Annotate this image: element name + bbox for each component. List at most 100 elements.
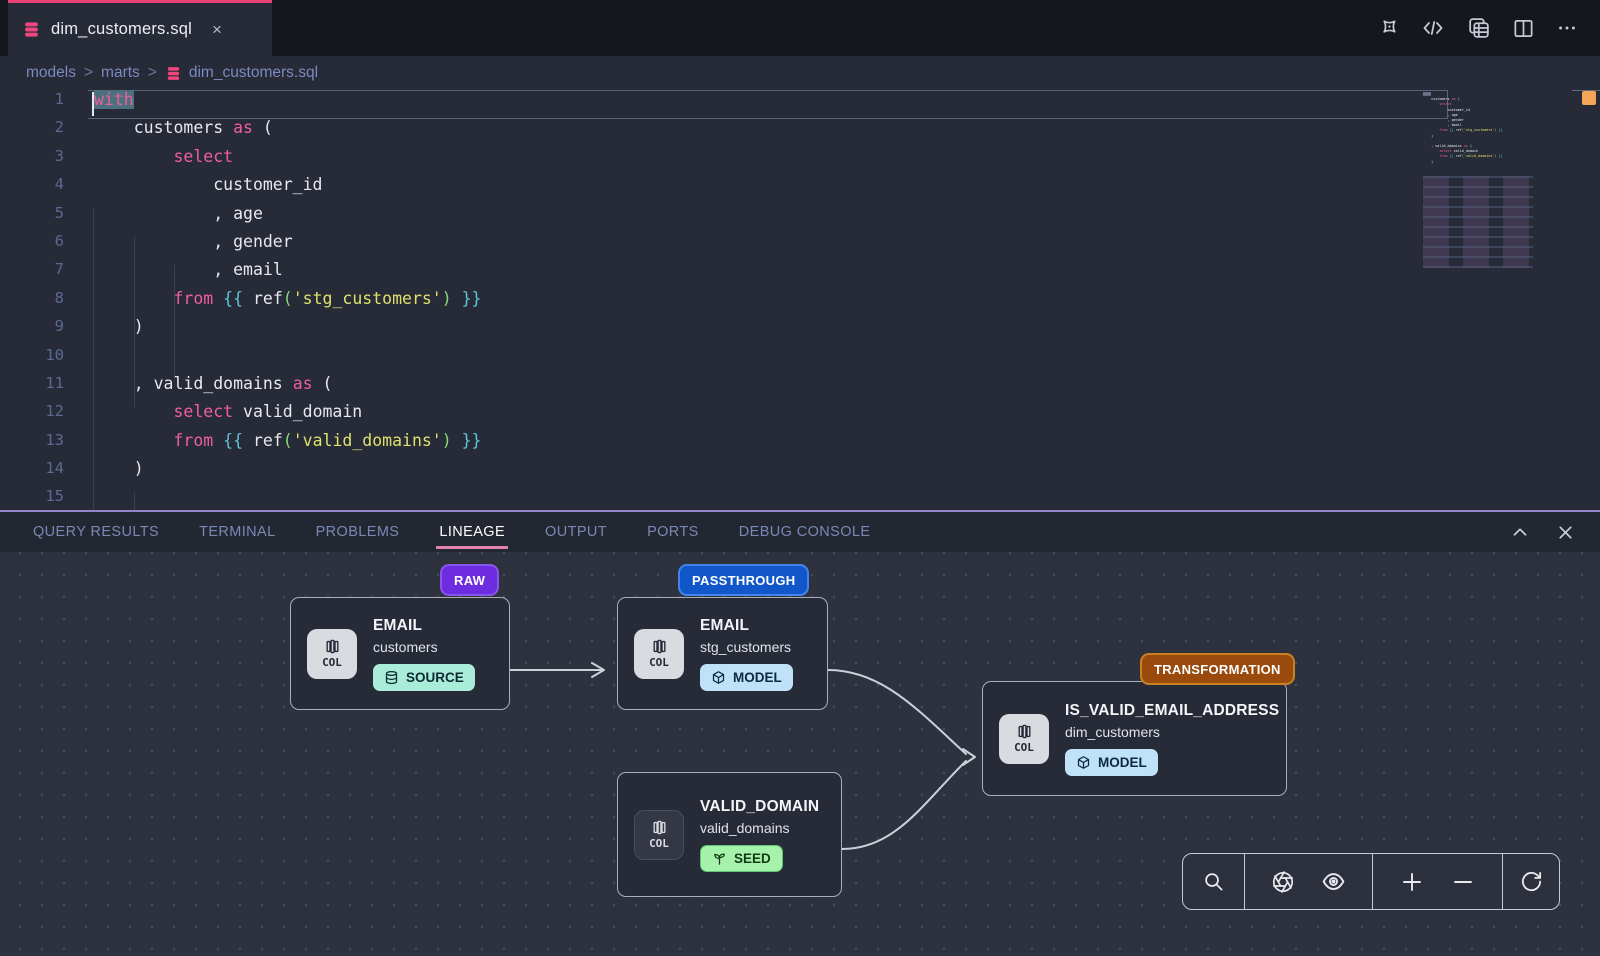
lineage-canvas[interactable]: RAW COL EMAIL customers SOURCE PASSTHROU…: [0, 552, 1600, 956]
node-model-name: valid_domains: [700, 820, 790, 836]
line-number: 3: [0, 147, 64, 175]
resource-pill-source: SOURCE: [373, 664, 475, 691]
panel-tab-lineage[interactable]: LINEAGE: [439, 512, 505, 552]
columns-icon: [651, 638, 668, 655]
code-line: customers as (: [94, 118, 1424, 146]
tab-title: dim_customers.sql: [51, 20, 192, 39]
badge-transformation: TRANSFORMATION: [1140, 653, 1295, 685]
close-icon[interactable]: [1555, 522, 1576, 543]
line-number: 15: [0, 487, 64, 510]
zoom-in-icon[interactable]: [1400, 870, 1424, 894]
lineage-toolbar: [1182, 853, 1560, 910]
lineage-node-customers[interactable]: COL EMAIL customers SOURCE: [290, 597, 510, 710]
cube-icon: [711, 670, 726, 685]
panel-tab-ports[interactable]: PORTS: [647, 512, 699, 552]
split-editor-icon[interactable]: [1512, 17, 1535, 40]
cube-icon: [1076, 755, 1091, 770]
text-cursor: [92, 92, 94, 116]
badge-raw: RAW: [440, 564, 499, 596]
code-line: select: [94, 147, 1424, 175]
breadcrumb-file[interactable]: dim_customers.sql: [165, 64, 318, 82]
dbt-logo-icon[interactable]: [1376, 16, 1400, 40]
line-number-gutter: 123456789101112131415: [0, 90, 64, 510]
code-line: customer_id: [94, 175, 1424, 203]
code-lines: with customers as ( select customer_id ,…: [94, 90, 1424, 510]
panel-tab-query-results[interactable]: QUERY RESULTS: [33, 512, 159, 552]
code-line: from {{ ref('valid_domains') }}: [94, 431, 1424, 459]
line-number: 6: [0, 232, 64, 260]
app-window: dim_customers.sql ×: [0, 0, 1600, 956]
seedling-icon: [712, 851, 727, 866]
code-line: [94, 346, 1424, 374]
node-model-name: customers: [373, 639, 438, 655]
more-icon[interactable]: [1556, 17, 1578, 39]
panel-tab-terminal[interactable]: TERMINAL: [199, 512, 276, 552]
database-icon: [22, 20, 41, 39]
zoom-out-icon[interactable]: [1451, 870, 1475, 894]
line-number: 7: [0, 260, 64, 288]
breadcrumb-marts[interactable]: marts: [101, 64, 140, 82]
code-icon[interactable]: [1421, 16, 1445, 40]
code-line: , age: [94, 204, 1424, 232]
minimap-overflow: [1423, 176, 1533, 268]
refresh-icon[interactable]: [1520, 870, 1543, 893]
search-icon[interactable]: [1202, 870, 1225, 893]
line-number: 8: [0, 289, 64, 317]
lineage-node-stg-customers[interactable]: COL EMAIL stg_customers MODEL: [617, 597, 828, 710]
line-number: 5: [0, 204, 64, 232]
node-column-name: VALID_DOMAIN: [700, 798, 819, 816]
lineage-node-valid-domains[interactable]: COL VALID_DOMAIN valid_domains SEED: [617, 772, 842, 897]
line-number: 11: [0, 374, 64, 402]
aperture-icon[interactable]: [1271, 870, 1295, 894]
lineage-node-dim-customers[interactable]: COL IS_VALID_EMAIL_ADDRESS dim_customers…: [982, 681, 1287, 796]
line-number: 2: [0, 118, 64, 146]
minimap[interactable]: with customers as ( select customer_id ,…: [1423, 92, 1545, 508]
badge-passthrough: PASSTHROUGH: [678, 564, 809, 596]
resource-pill-model: MODEL: [1065, 749, 1158, 776]
tab-bar: dim_customers.sql ×: [0, 0, 1600, 56]
panel-tab-problems[interactable]: PROBLEMS: [316, 512, 400, 552]
copy-table-icon[interactable]: [1466, 16, 1491, 41]
node-column-name: IS_VALID_EMAIL_ADDRESS: [1065, 702, 1279, 720]
line-number: 14: [0, 459, 64, 487]
code-editor[interactable]: 123456789101112131415 with customers as …: [0, 90, 1600, 510]
column-chip: COL: [307, 629, 357, 679]
code-line: [94, 487, 1424, 510]
resource-pill-seed: SEED: [700, 845, 783, 872]
columns-icon: [324, 638, 341, 655]
scrollbar-marker[interactable]: [1582, 91, 1596, 105]
code-line: , valid_domains as (: [94, 374, 1424, 402]
code-line: select valid_domain: [94, 402, 1424, 430]
panel-tab-bar: QUERY RESULTS TERMINAL PROBLEMS LINEAGE OUTP…: [0, 512, 1600, 552]
node-column-name: EMAIL: [373, 617, 422, 635]
chevron-up-icon[interactable]: [1509, 521, 1531, 543]
database-icon: [384, 670, 399, 685]
node-column-name: EMAIL: [700, 617, 749, 635]
code-line: from {{ ref('stg_customers') }}: [94, 289, 1424, 317]
breadcrumb-models[interactable]: models: [26, 64, 76, 82]
line-number: 12: [0, 402, 64, 430]
eye-icon[interactable]: [1321, 869, 1346, 894]
panel-tab-debug-console[interactable]: DEBUG CONSOLE: [739, 512, 871, 552]
code-line: with: [94, 90, 1424, 118]
code-line: ): [94, 459, 1424, 487]
database-icon: [165, 65, 182, 82]
header-actions: [1376, 0, 1578, 56]
line-number: 1: [0, 90, 64, 118]
code-line: , gender: [94, 232, 1424, 260]
tab-close-icon[interactable]: ×: [212, 20, 222, 40]
resource-pill-model: MODEL: [700, 664, 793, 691]
tab-dim-customers[interactable]: dim_customers.sql ×: [8, 0, 272, 56]
line-number: 10: [0, 346, 64, 374]
column-chip: COL: [634, 810, 684, 860]
columns-icon: [1016, 723, 1033, 740]
breadcrumb: models > marts > dim_customers.sql: [0, 56, 1600, 90]
line-number: 13: [0, 431, 64, 459]
panel-tab-output[interactable]: OUTPUT: [545, 512, 607, 552]
line-number: 4: [0, 175, 64, 203]
panel-actions: [1509, 512, 1576, 552]
code-line: , email: [94, 260, 1424, 288]
code-line: ): [94, 317, 1424, 345]
node-model-name: dim_customers: [1065, 724, 1160, 740]
column-chip: COL: [634, 629, 684, 679]
